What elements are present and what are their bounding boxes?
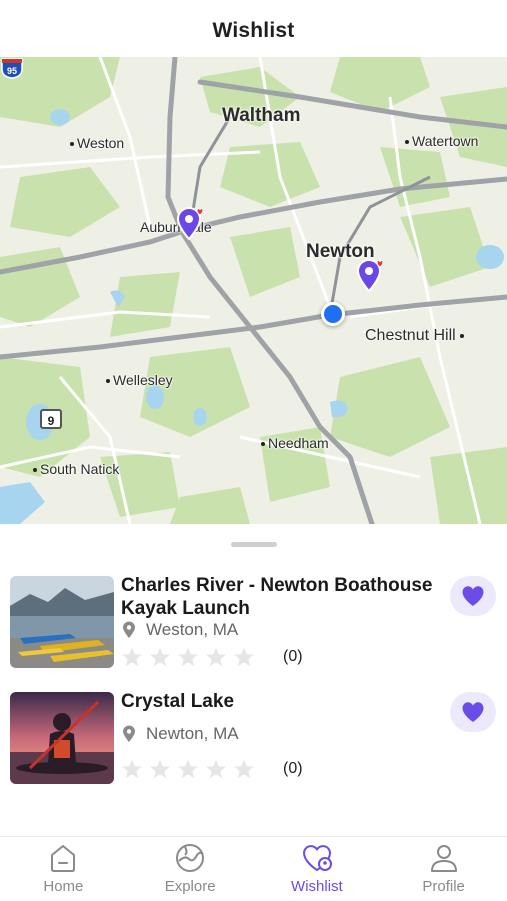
wishlist-item[interactable]: Charles River - Newton Boathouse Kayak L… xyxy=(10,574,500,668)
favorite-button[interactable] xyxy=(450,576,496,616)
star-icon xyxy=(122,647,142,667)
profile-icon xyxy=(430,845,457,872)
map-label-text: Wellesley xyxy=(113,372,173,388)
tab-profile[interactable]: Profile xyxy=(380,837,507,901)
page-title: Wishlist xyxy=(212,19,295,42)
heart-icon xyxy=(462,586,484,606)
location-text: Weston, MA xyxy=(146,620,239,639)
map-label-text: Watertown xyxy=(412,133,479,149)
map-label-waltham: Waltham xyxy=(222,105,301,126)
star-icon xyxy=(206,759,226,779)
interstate-95-shield: 95 xyxy=(1,58,23,79)
location-pin-icon xyxy=(123,621,135,638)
wishlist-icon xyxy=(302,845,332,871)
map-label-chestnut-hill: Chestnut Hill xyxy=(365,327,467,345)
place-dot xyxy=(106,379,110,384)
map-label-text: South Natick xyxy=(40,461,120,477)
map-label-needham: Needham xyxy=(261,435,329,451)
map-label-text: Needham xyxy=(268,435,329,451)
wishlist-map-pin[interactable] xyxy=(355,259,383,293)
star-icon xyxy=(122,759,142,779)
star-icon xyxy=(234,759,254,779)
map-label-wellesley: Wellesley xyxy=(106,372,173,388)
map-view[interactable]: 95 9 Waltham Weston Watertown Auburndale… xyxy=(0,57,507,524)
map-label-weston: Weston xyxy=(70,135,124,151)
explore-icon xyxy=(176,844,205,872)
map-label-text: Weston xyxy=(77,135,125,151)
tab-label: Home xyxy=(43,878,84,895)
heart-icon xyxy=(462,702,484,722)
star-rating: (0) xyxy=(121,646,303,668)
tab-explore[interactable]: Explore xyxy=(127,837,254,901)
wishlist-map-pin[interactable] xyxy=(175,207,203,241)
tab-label: Profile xyxy=(422,878,465,895)
favorite-button[interactable] xyxy=(450,692,496,732)
user-location-dot xyxy=(321,302,345,326)
location-pin-icon xyxy=(123,725,135,742)
star-icon xyxy=(234,647,254,667)
star-icon xyxy=(206,647,226,667)
tab-label: Explore xyxy=(164,878,216,895)
star-rating: (0) xyxy=(121,758,303,780)
location-text: Newton, MA xyxy=(146,724,239,743)
map-background xyxy=(0,57,507,524)
route-9-shield: 9 xyxy=(40,409,62,429)
star-icon xyxy=(178,647,198,667)
place-dot xyxy=(261,442,265,447)
svg-text:95: 95 xyxy=(7,66,17,76)
item-title: Crystal Lake xyxy=(121,691,235,712)
rating-count: (0) xyxy=(283,648,303,665)
place-dot xyxy=(33,468,37,473)
rating-count: (0) xyxy=(283,760,303,777)
item-title: Charles River - Newton Boathouse Kayak L… xyxy=(121,575,433,619)
item-location: Weston, MA xyxy=(121,620,238,640)
bottom-tab-bar: Home Explore Wishlist Profile xyxy=(0,836,507,901)
wishlist-sheet: Charles River - Newton Boathouse Kayak L… xyxy=(0,524,507,836)
place-dot xyxy=(460,333,465,338)
sheet-drag-handle[interactable] xyxy=(231,542,277,547)
star-icon xyxy=(150,759,170,779)
crystal-lake-thumbnail xyxy=(10,692,114,784)
header: Wishlist xyxy=(0,0,507,58)
map-label-south-natick: South Natick xyxy=(33,461,119,477)
wishlist-item[interactable]: Crystal Lake Newton, MA (0) xyxy=(10,690,500,784)
tab-home[interactable]: Home xyxy=(0,837,127,901)
kayak-launch-thumbnail xyxy=(10,576,114,668)
map-label-text: Chestnut Hill xyxy=(365,327,456,344)
star-icon xyxy=(178,759,198,779)
item-location: Newton, MA xyxy=(121,724,239,744)
star-icon xyxy=(150,647,170,667)
map-label-watertown: Watertown xyxy=(405,133,478,149)
home-icon xyxy=(51,845,76,872)
place-dot xyxy=(405,140,409,145)
tab-wishlist[interactable]: Wishlist xyxy=(254,837,381,901)
place-dot xyxy=(70,142,74,147)
tab-label: Wishlist xyxy=(291,878,343,895)
